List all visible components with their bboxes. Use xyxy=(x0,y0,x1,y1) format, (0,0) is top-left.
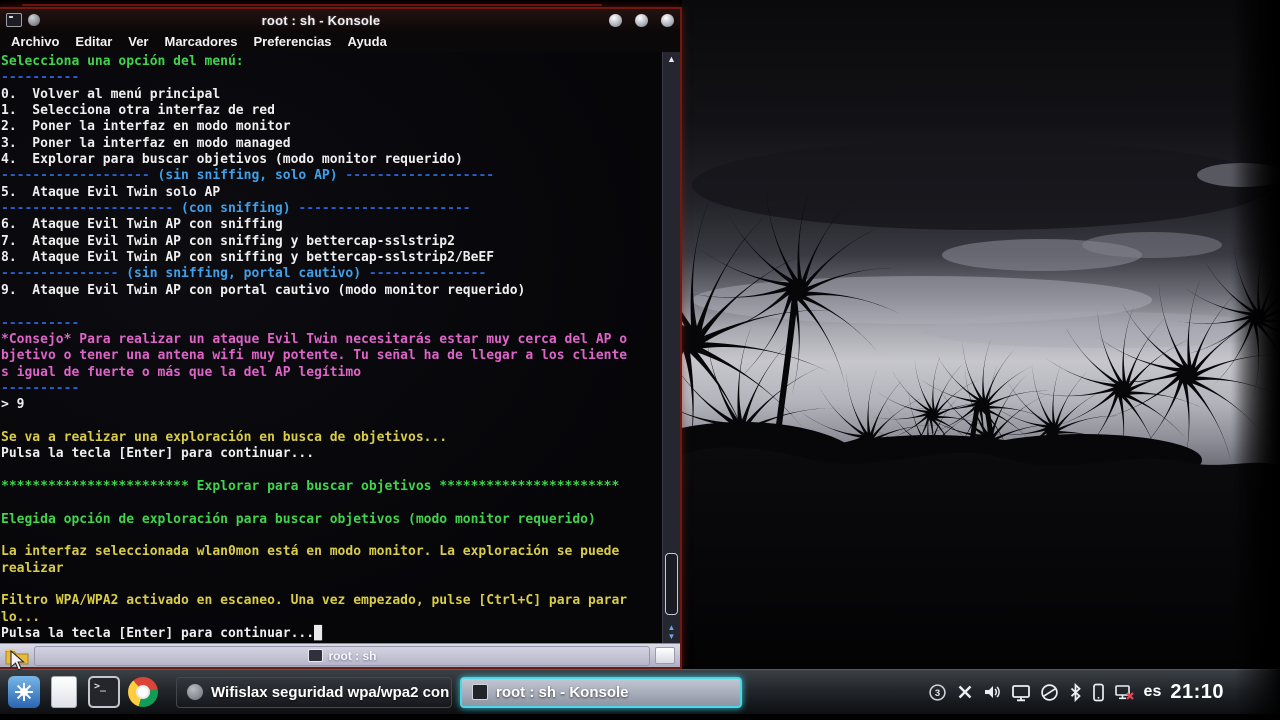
tab-list-button[interactable] xyxy=(655,647,675,664)
scroll-up-icon[interactable]: ▲ xyxy=(663,54,680,64)
phone-icon[interactable] xyxy=(1092,683,1105,702)
close-button[interactable] xyxy=(661,13,674,27)
terminal-line: *Consejo* Para realizar un ataque Evil T… xyxy=(1,331,628,347)
tab-terminal-icon xyxy=(307,649,323,662)
svg-text:3: 3 xyxy=(934,688,939,699)
terminal-line: Filtro WPA/WPA2 activado en escaneo. Una… xyxy=(1,593,628,609)
menu-bar: Archivo Editar Ver Marcadores Preferencias Ay… xyxy=(0,31,680,52)
globe-gray-icon xyxy=(187,684,203,700)
maximize-button[interactable] xyxy=(635,13,648,27)
scroll-buttons[interactable]: ▲ ▼ xyxy=(663,623,680,641)
desktop: root : sh - Konsole Archivo Editar Ver Marc… xyxy=(0,0,1280,720)
taskbar-button-label: Wifislax seguridad wpa/wpa2 con xyxy=(211,683,450,701)
menu-preferencias[interactable]: Preferencias xyxy=(245,34,339,49)
terminal-line: Elegida opción de exploración para busca… xyxy=(1,511,596,527)
taskbar: Wifislax seguridad wpa/wpa2 con root : sh… xyxy=(0,669,1280,714)
terminal-line: bjetivo o tener una antena wifi muy pote… xyxy=(1,348,628,364)
terminal-line: ************************ Explorar para b… xyxy=(1,478,620,494)
terminal-launcher[interactable] xyxy=(88,676,120,708)
terminal-line: 4. Explorar para buscar objetivos (modo … xyxy=(1,152,463,168)
konsole-tab-bar: root : sh xyxy=(0,643,680,667)
network-offline-icon[interactable] xyxy=(1114,683,1135,702)
window-menu-button[interactable] xyxy=(28,14,40,26)
title-bar[interactable]: root : sh - Konsole xyxy=(0,9,680,31)
terminal-scrollbar[interactable]: ▲ ▲ ▼ xyxy=(662,52,680,643)
taskbar-button[interactable]: root : sh - Konsole xyxy=(460,676,742,708)
files-launcher[interactable] xyxy=(51,676,77,708)
terminal-line: Pulsa la tecla [Enter] para continuar...… xyxy=(1,626,322,642)
terminal-line: Selecciona una opción del menú: xyxy=(1,54,244,69)
window-title: root : sh - Konsole xyxy=(261,12,381,28)
close-x-icon[interactable] xyxy=(956,683,974,701)
terminal-line: 5. Ataque Evil Twin solo AP xyxy=(1,184,221,200)
session-tab[interactable]: root : sh xyxy=(34,645,650,666)
terminal-line: realizar xyxy=(1,560,64,576)
terminal-line: ---------- xyxy=(1,315,80,331)
minimize-button[interactable] xyxy=(609,13,622,27)
terminal-output[interactable]: Selecciona una opción del menú: ---------… xyxy=(0,52,662,643)
terminal-line: s igual de fuerte o más que la del AP le… xyxy=(1,364,362,380)
terminal-line: ---------- xyxy=(1,380,80,396)
keyboard-layout[interactable]: es xyxy=(1144,683,1162,701)
wallpaper xyxy=(682,0,1280,669)
terminal-line: ------------------- (sin sniffing, solo … xyxy=(1,168,495,184)
clock[interactable]: 21:10 xyxy=(1170,681,1224,704)
photo-artifact-red-line xyxy=(22,4,602,6)
terminal-line: 8. Ataque Evil Twin AP con sniffing y be… xyxy=(1,250,495,266)
konsole-window: root : sh - Konsole Archivo Editar Ver Marc… xyxy=(0,7,682,669)
terminal-line: ---------------------- (con sniffing) --… xyxy=(1,201,471,217)
badge-3-icon[interactable]: 3 xyxy=(928,683,947,702)
menu-editar[interactable]: Editar xyxy=(67,34,120,49)
menu-archivo[interactable]: Archivo xyxy=(3,34,67,49)
bluetooth-icon[interactable] xyxy=(1068,682,1083,702)
terminal-line: lo... xyxy=(1,609,41,625)
tab-label: root : sh xyxy=(328,648,377,663)
terminal-line: La interfaz seleccionada wlan0mon está e… xyxy=(1,544,620,560)
terminal-line: Pulsa la tecla [Enter] para continuar... xyxy=(1,446,315,462)
terminal-line: 6. Ataque Evil Twin AP con sniffing xyxy=(1,217,283,233)
window-terminal-icon xyxy=(6,13,22,27)
menu-marcadores[interactable]: Marcadores xyxy=(157,34,246,49)
volume-icon[interactable] xyxy=(983,683,1002,701)
terminal-line: 1. Selecciona otra interfaz de red xyxy=(1,103,275,119)
browser-launcher[interactable] xyxy=(128,677,158,707)
menu-ayuda[interactable]: Ayuda xyxy=(340,34,395,49)
display-icon[interactable] xyxy=(1011,683,1031,702)
terminal-line: Se va a realizar una exploración en busc… xyxy=(1,429,448,445)
app-menu-launcher[interactable] xyxy=(8,676,40,708)
terminal-line: > 9 xyxy=(1,397,25,413)
terminal-line: 9. Ataque Evil Twin AP con portal cautiv… xyxy=(1,282,526,298)
taskbar-button-label: root : sh - Konsole xyxy=(496,683,629,701)
system-tray: 3 es 21:10 xyxy=(928,681,1272,704)
terminal-line: 2. Poner la interfaz en modo monitor xyxy=(1,119,291,135)
scrollbar-thumb[interactable] xyxy=(665,553,678,615)
mouse-cursor xyxy=(10,650,25,671)
menu-ver[interactable]: Ver xyxy=(120,34,156,49)
terminal-line: ---------- xyxy=(1,70,80,86)
terminal-line: 0. Volver al menú principal xyxy=(1,86,221,102)
terminal-line: 7. Ataque Evil Twin AP con sniffing y be… xyxy=(1,233,455,249)
network-globe-icon[interactable] xyxy=(1040,683,1059,702)
terminal-line: --------------- (sin sniffing, portal ca… xyxy=(1,266,487,282)
terminal-line: 3. Poner la interfaz en modo managed xyxy=(1,135,291,151)
gear-icon xyxy=(15,683,33,701)
terminal-icon xyxy=(472,684,488,700)
taskbar-button[interactable]: Wifislax seguridad wpa/wpa2 con xyxy=(176,676,452,708)
